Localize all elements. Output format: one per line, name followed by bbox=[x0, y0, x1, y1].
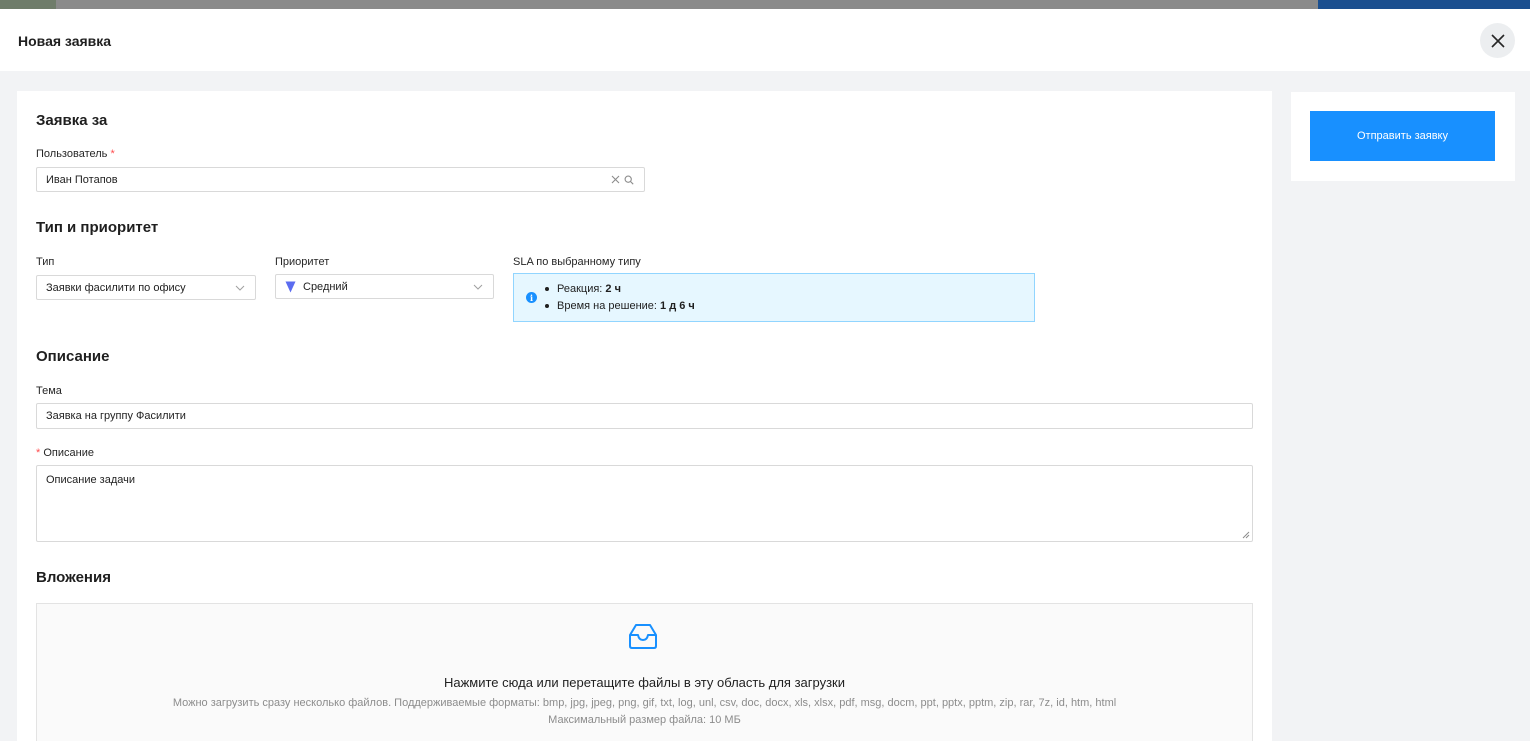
description-textarea[interactable]: Описание задачи bbox=[36, 465, 1253, 542]
background-app-bar bbox=[0, 0, 1530, 9]
priority-label: Приоритет bbox=[275, 256, 330, 268]
section-title-requester: Заявка за bbox=[36, 112, 108, 129]
sla-reaction-label: Реакция: bbox=[557, 283, 603, 295]
priority-select[interactable]: Средний bbox=[275, 274, 494, 299]
user-select[interactable]: Иван Потапов bbox=[36, 167, 645, 192]
resize-handle-icon[interactable] bbox=[1242, 531, 1250, 539]
type-label: Тип bbox=[36, 256, 55, 268]
required-mark: * bbox=[110, 148, 115, 160]
sla-reaction-value: 2 ч bbox=[605, 283, 621, 295]
file-dropzone[interactable]: Нажмите сюда или перетащите файлы в эту … bbox=[36, 603, 1253, 741]
sla-label: SLA по выбранному типу bbox=[513, 256, 641, 268]
background-app-segment bbox=[1318, 0, 1530, 9]
user-field-label: Пользователь * bbox=[36, 148, 115, 160]
chevron-down-icon bbox=[473, 284, 483, 290]
sla-resolution-label: Время на решение: bbox=[557, 300, 657, 312]
modal-title: Новая заявка bbox=[18, 33, 112, 49]
chevron-down-icon bbox=[235, 285, 245, 291]
submit-request-button[interactable]: Отправить заявку bbox=[1310, 111, 1495, 161]
info-icon: i bbox=[526, 292, 537, 303]
priority-select-value: Средний bbox=[303, 280, 348, 293]
priority-triangle-icon bbox=[285, 281, 296, 292]
subject-input[interactable]: Заявка на группу Фасилити bbox=[36, 403, 1253, 429]
sla-info-alert: i Реакция: 2 ч Время на решение: 1 д 6 ч bbox=[513, 273, 1035, 322]
sidebar-card: Отправить заявку bbox=[1291, 92, 1515, 181]
dropzone-text: Нажмите сюда или перетащите файлы в эту … bbox=[443, 675, 846, 690]
dropzone-hint: Можно загрузить сразу несколько файлов. … bbox=[172, 697, 1117, 709]
modal-header: Новая заявка bbox=[0, 9, 1530, 71]
background-app-segment bbox=[0, 0, 56, 9]
close-icon bbox=[1490, 33, 1505, 48]
sla-reaction: Реакция: 2 ч bbox=[545, 283, 621, 295]
description-field-label: * Описание bbox=[36, 447, 94, 459]
section-title-type-priority: Тип и приоритет bbox=[36, 219, 159, 236]
inbox-icon bbox=[629, 624, 657, 649]
section-title-attachments: Вложения bbox=[36, 569, 111, 586]
sla-resolution-value: 1 д 6 ч bbox=[660, 300, 695, 312]
search-icon[interactable] bbox=[624, 175, 634, 185]
user-label-text: Пользователь bbox=[36, 148, 108, 160]
description-label-text: Описание bbox=[43, 447, 94, 459]
required-mark: * bbox=[36, 447, 41, 459]
type-select[interactable]: Заявки фасилити по офису bbox=[36, 275, 256, 300]
dropzone-max-size: Максимальный размер файла: 10 МБ bbox=[548, 714, 741, 726]
sla-resolution: Время на решение: 1 д 6 ч bbox=[545, 300, 695, 312]
subject-input-value: Заявка на группу Фасилити bbox=[46, 410, 186, 422]
close-button[interactable] bbox=[1480, 23, 1515, 58]
subject-label: Тема bbox=[36, 385, 62, 397]
user-select-value: Иван Потапов bbox=[46, 173, 118, 186]
request-form: Заявка за Пользователь * Иван Потапов Ти… bbox=[17, 91, 1272, 741]
clear-icon[interactable] bbox=[611, 175, 620, 184]
section-title-description: Описание bbox=[36, 348, 110, 365]
description-textarea-value: Описание задачи bbox=[46, 474, 135, 486]
type-select-value: Заявки фасилити по офису bbox=[46, 281, 186, 294]
